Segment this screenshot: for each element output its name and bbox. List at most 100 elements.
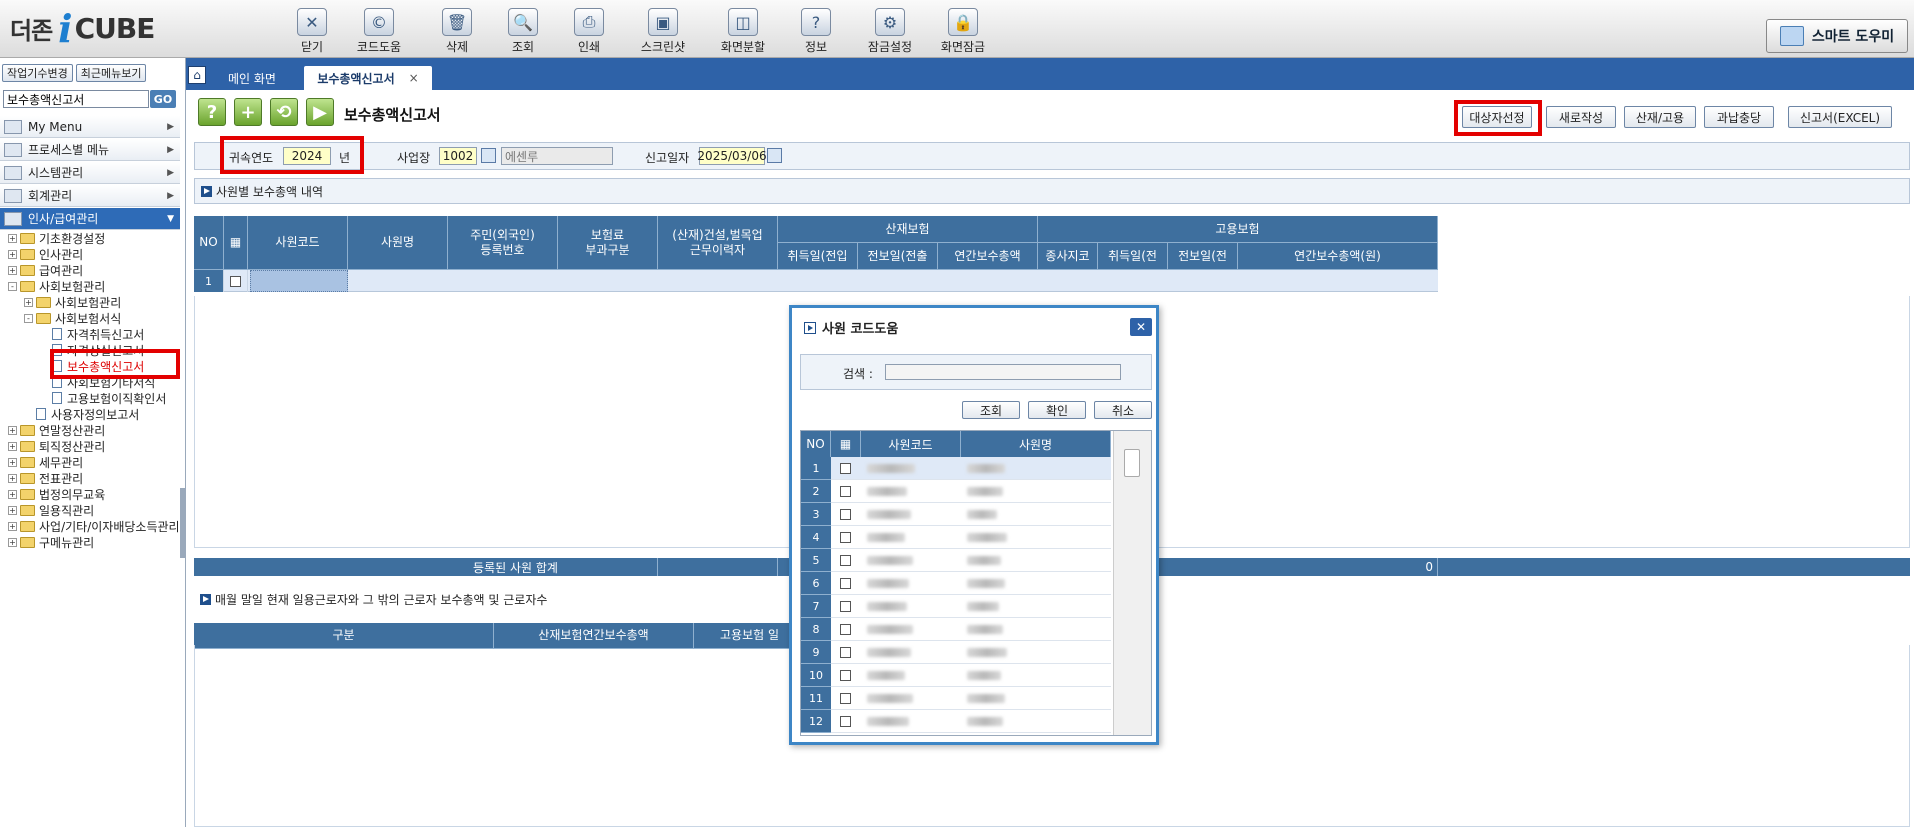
site-lookup-icon[interactable] xyxy=(481,148,496,163)
expand-icon[interactable]: + xyxy=(24,297,33,307)
tree-item[interactable]: 사용자정의보고서 xyxy=(24,406,139,422)
row-checkbox[interactable] xyxy=(840,716,851,727)
industrial-employment-button[interactable]: 산재/고용 xyxy=(1624,106,1696,128)
recent-menu-button[interactable]: 최근메뉴보기 xyxy=(75,64,147,82)
dialog-scroll-thumb[interactable] xyxy=(1124,449,1140,477)
row-checkbox[interactable] xyxy=(840,693,851,704)
toolbar-button-8[interactable]: ⚙ 잠금설정 xyxy=(857,4,923,54)
toolbar-button-5[interactable]: ▣ 스크린샷 xyxy=(630,4,696,54)
tree-item[interactable]: + 사업/기타/이자배당소득관리 xyxy=(8,518,180,534)
expand-icon[interactable]: + xyxy=(8,505,17,515)
overpayment-offset-button[interactable]: 과납충당 xyxy=(1704,106,1774,128)
col-select-all-icon[interactable]: ▦ xyxy=(224,216,248,270)
row-checkbox[interactable] xyxy=(840,601,851,612)
sidebar-menu-4[interactable]: 인사/급여관리 ▼ xyxy=(0,208,180,230)
toolbar-button-6[interactable]: ◫ 화면분할 xyxy=(710,4,776,54)
toolbar-button-4[interactable]: ⎙ 인쇄 xyxy=(556,4,622,54)
dialog-search-button[interactable]: 조회 xyxy=(962,401,1020,419)
tree-item[interactable]: + 사회보험관리 xyxy=(24,294,121,310)
row-checkbox[interactable] xyxy=(840,624,851,635)
row-checkbox[interactable] xyxy=(840,509,851,520)
expand-icon[interactable]: + xyxy=(8,473,17,483)
table-row[interactable]: 1 xyxy=(194,270,1438,292)
dialog-confirm-button[interactable]: 확인 xyxy=(1028,401,1086,419)
row-checkbox-cell[interactable] xyxy=(224,270,248,292)
change-period-button[interactable]: 작업기수변경 xyxy=(2,64,73,82)
tree-item[interactable]: - 사회보험서식 xyxy=(24,310,121,326)
expand-icon[interactable]: + xyxy=(8,457,17,467)
tree-item[interactable]: 고용보험이직확인서 xyxy=(40,390,166,406)
list-item[interactable]: 2 xyxy=(801,480,1111,503)
list-item[interactable]: 12 xyxy=(801,710,1111,733)
site-code-input[interactable]: 1002 xyxy=(439,147,477,165)
tree-item[interactable]: + 급여관리 xyxy=(8,262,83,278)
expand-icon[interactable]: + xyxy=(8,521,17,531)
list-item[interactable]: 1 xyxy=(801,457,1111,480)
tree-item[interactable]: + 법정의무교육 xyxy=(8,486,105,502)
tree-item[interactable]: + 구메뉴관리 xyxy=(8,534,94,550)
home-icon[interactable]: ⌂ xyxy=(188,66,206,84)
expand-icon[interactable]: + xyxy=(8,441,17,451)
calendar-icon[interactable] xyxy=(767,148,782,163)
toolbar-button-3[interactable]: 🔍 조회 xyxy=(490,4,556,54)
expand-icon[interactable]: + xyxy=(8,537,17,547)
list-item[interactable]: 4 xyxy=(801,526,1111,549)
tree-item[interactable]: + 전표관리 xyxy=(8,470,83,486)
list-item[interactable]: 7 xyxy=(801,595,1111,618)
toolbar-button-2[interactable]: 🗑 삭제 xyxy=(424,4,490,54)
expand-icon[interactable]: + xyxy=(8,265,17,275)
report-date-input[interactable]: 2025/03/06 xyxy=(697,147,767,165)
tree-item[interactable]: + 일용직관리 xyxy=(8,502,94,518)
dialog-col-select-all-icon[interactable]: ▦ xyxy=(831,431,861,457)
tree-item[interactable]: 자격상실신고서 xyxy=(40,342,144,358)
expand-icon[interactable]: + xyxy=(8,249,17,259)
row-checkbox[interactable] xyxy=(840,555,851,566)
tree-item[interactable]: 자격취득신고서 xyxy=(40,326,144,342)
expand-icon[interactable]: + xyxy=(8,489,17,499)
tree-item[interactable]: 사회보험기타서식 xyxy=(40,374,155,390)
refresh-page-icon[interactable]: ⟲ xyxy=(270,98,298,126)
tab-main-screen[interactable]: 메인 화면 xyxy=(210,66,294,90)
row-checkbox[interactable] xyxy=(840,486,851,497)
tree-item[interactable]: + 연말정산관리 xyxy=(8,422,105,438)
list-item[interactable]: 5 xyxy=(801,549,1111,572)
play-page-icon[interactable]: ▶ xyxy=(306,98,334,126)
expand-icon[interactable]: + xyxy=(8,425,17,435)
list-item[interactable]: 9 xyxy=(801,641,1111,664)
dialog-close-button[interactable]: ✕ xyxy=(1130,318,1152,336)
toolbar-button-1[interactable]: © 코드도움 xyxy=(346,4,412,54)
list-item[interactable]: 10 xyxy=(801,664,1111,687)
tree-item[interactable]: + 인사관리 xyxy=(8,246,83,262)
dialog-cancel-button[interactable]: 취소 xyxy=(1094,401,1152,419)
row-checkbox[interactable] xyxy=(840,670,851,681)
new-write-button[interactable]: 새로작성 xyxy=(1546,106,1616,128)
toolbar-button-7[interactable]: ? 정보 xyxy=(783,4,849,54)
tree-item[interactable]: + 기초환경설정 xyxy=(8,230,105,246)
tree-item[interactable]: + 세무관리 xyxy=(8,454,83,470)
collapse-icon[interactable]: - xyxy=(24,313,33,323)
row-employee-code-cell[interactable] xyxy=(250,270,348,292)
list-item[interactable]: 3 xyxy=(801,503,1111,526)
collapse-icon[interactable]: - xyxy=(8,281,17,291)
row-checkbox[interactable] xyxy=(840,647,851,658)
row-checkbox[interactable] xyxy=(230,275,241,287)
toolbar-button-9[interactable]: 🔒 화면잠금 xyxy=(930,4,996,54)
dialog-scrollbar[interactable] xyxy=(1113,431,1151,735)
list-item[interactable]: 8 xyxy=(801,618,1111,641)
smart-help-button[interactable]: 스마트 도우미 xyxy=(1766,19,1908,53)
select-targets-button[interactable]: 대상자선정 xyxy=(1462,106,1532,128)
year-input[interactable]: 2024 xyxy=(283,147,331,165)
help-page-icon[interactable]: ? xyxy=(198,98,226,126)
toolbar-button-0[interactable]: ✕ 닫기 xyxy=(279,4,345,54)
tree-item[interactable]: + 퇴직정산관리 xyxy=(8,438,105,454)
list-item[interactable]: 6 xyxy=(801,572,1111,595)
sidebar-menu-1[interactable]: 프로세스별 메뉴 ▶ xyxy=(0,139,180,161)
sidebar-menu-2[interactable]: 시스템관리 ▶ xyxy=(0,162,180,184)
tab-total-pay-report[interactable]: 보수총액신고서 × xyxy=(304,66,432,90)
row-checkbox[interactable] xyxy=(840,463,851,474)
row-checkbox[interactable] xyxy=(840,532,851,543)
sidebar-menu-0[interactable]: My Menu ▶ xyxy=(0,116,180,138)
report-excel-button[interactable]: 신고서(EXCEL) xyxy=(1788,106,1892,128)
row-checkbox[interactable] xyxy=(840,578,851,589)
add-page-icon[interactable]: + xyxy=(234,98,262,126)
